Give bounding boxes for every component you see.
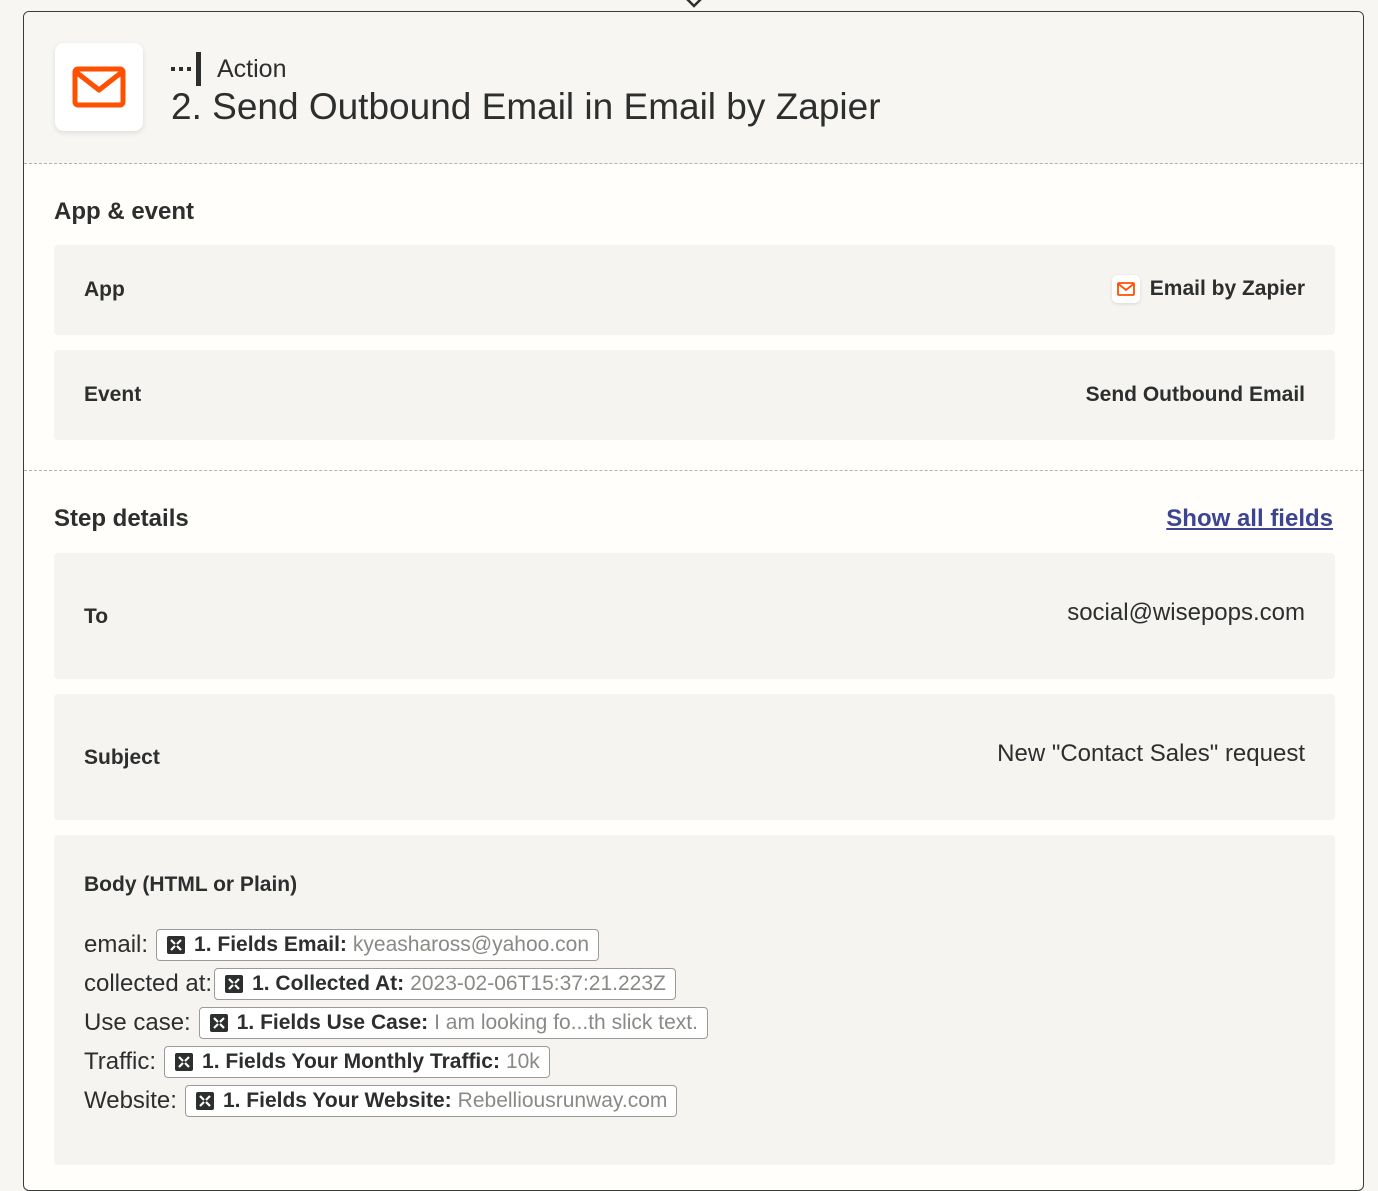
body-line-label: collected at: [84,969,213,997]
app-name: Email by Zapier [1149,277,1305,300]
body-line-label: Traffic: [84,1047,157,1075]
mapped-field-value: 10k [505,1049,540,1073]
app-logo [55,43,143,131]
body-content[interactable]: email: 1. Fields Email: kyeashaross@yaho… [84,925,708,1120]
app-event-section: App & event App Email by Zapier Event Se… [24,164,1363,471]
webhook-app-icon [167,935,186,954]
subject-field-value: New "Contact Sales" request [997,740,1305,767]
step-details-heading: Step details [54,505,189,532]
event-name: Send Outbound Email [1085,383,1305,406]
to-field-value: social@wisepops.com [1067,599,1305,626]
event-row-value: Send Outbound Email [1086,383,1305,407]
mapped-field-key: 1. Fields Your Website: [222,1088,452,1112]
mapped-field-value: kyeashaross@yahoo.con [352,932,590,956]
mini-app-logo [1111,275,1140,303]
app-row-label: App [84,278,125,301]
body-line: email: 1. Fields Email: kyeashaross@yaho… [84,925,708,964]
webhook-app-icon [175,1052,194,1071]
step-title: 2. Send Outbound Email in Email by Zapie… [171,86,881,127]
mapped-field-pill[interactable]: 1. Fields Use Case: I am looking fo...th… [198,1006,708,1039]
app-row[interactable]: App Email by Zapier [54,245,1335,335]
mapped-field-key: 1. Fields Use Case: [236,1010,429,1034]
body-line: Use case: 1. Fields Use Case: I am looki… [84,1003,708,1042]
email-envelope-icon [1116,282,1135,296]
body-line: Traffic: 1. Fields Your Monthly Traffic:… [84,1042,708,1081]
body-line-label: Use case: [84,1008,191,1036]
event-row-label: Event [84,383,142,406]
step-type-label: Action [217,54,287,83]
body-line-label: email: [84,930,149,958]
step-card: Action 2. Send Outbound Email in Email b… [23,11,1364,1191]
mapped-field-pill[interactable]: 1. Collected At: 2023-02-06T15:37:21.223… [214,967,676,1000]
body-field-label: Body (HTML or Plain) [84,873,298,896]
app-event-heading: App & event [54,198,195,225]
email-envelope-icon [72,66,126,108]
action-step-icon [171,52,201,86]
subject-field-label: Subject [84,746,160,769]
to-field-label: To [84,605,109,628]
step-details-section: Step details Show all fields To social@w… [24,471,1363,1190]
body-field-row[interactable]: Body (HTML or Plain) email: 1. Fields Em… [54,835,1335,1165]
mapped-field-value: Rebelliousrunway.com [457,1088,668,1112]
mapped-field-key: 1. Collected At: [252,971,405,995]
step-header[interactable]: Action 2. Send Outbound Email in Email b… [24,12,1363,164]
step-type: Action [171,52,286,86]
mapped-field-value: I am looking fo...th slick text. [434,1010,698,1034]
event-row[interactable]: Event Send Outbound Email [54,350,1335,440]
body-line: collected at: 1. Collected At: 2023-02-0… [84,964,708,1003]
webhook-app-icon [209,1013,228,1032]
subject-field-row[interactable]: Subject New "Contact Sales" request [54,694,1335,820]
mapped-field-pill[interactable]: 1. Fields Email: kyeashaross@yahoo.con [156,928,600,961]
mapped-field-pill[interactable]: 1. Fields Your Monthly Traffic: 10k [164,1045,550,1078]
webhook-app-icon [195,1091,214,1110]
mapped-field-key: 1. Fields Your Monthly Traffic: [202,1049,500,1073]
body-line-label: Website: [84,1086,177,1114]
to-field-row[interactable]: To social@wisepops.com [54,553,1335,679]
mapped-field-key: 1. Fields Email: [194,932,347,956]
mapped-field-value: 2023-02-06T15:37:21.223Z [410,971,666,995]
webhook-app-icon [225,974,244,993]
show-all-fields-link[interactable]: Show all fields [1166,505,1333,533]
body-line: Website: 1. Fields Your Website: Rebelli… [84,1081,708,1120]
mapped-field-pill[interactable]: 1. Fields Your Website: Rebelliousrunway… [184,1084,678,1117]
app-row-value: Email by Zapier [1111,275,1305,303]
